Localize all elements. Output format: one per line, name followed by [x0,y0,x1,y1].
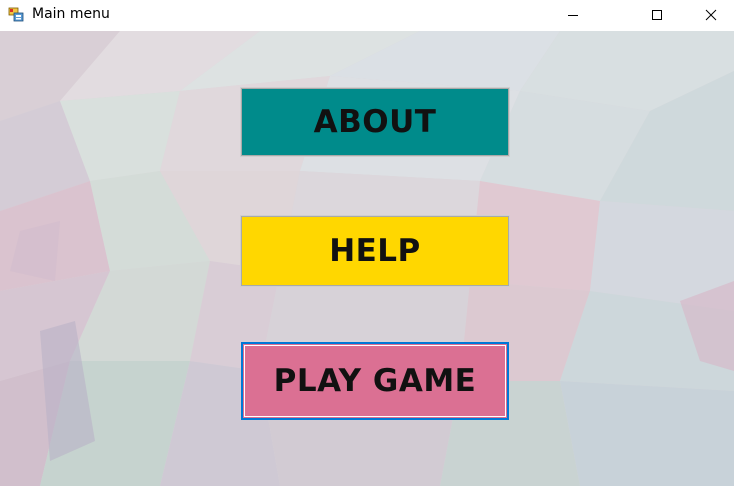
play-game-button[interactable]: PLAY GAME [241,342,509,420]
window-title: Main menu [32,6,110,22]
title-bar[interactable]: Main menu [0,0,734,31]
about-button[interactable]: ABOUT [240,87,510,157]
maximize-button[interactable] [634,0,680,30]
minimize-button[interactable] [550,0,596,30]
close-icon [705,9,717,21]
app-icon [8,6,24,22]
form-client-area: ABOUT HELP PLAY GAME [0,31,734,486]
maximize-icon [651,9,663,21]
main-menu-window: Main menu ABOUT HELP PLAY GAME [0,0,734,486]
close-button[interactable] [688,0,734,30]
minimize-icon [567,9,579,21]
help-button[interactable]: HELP [240,215,510,287]
